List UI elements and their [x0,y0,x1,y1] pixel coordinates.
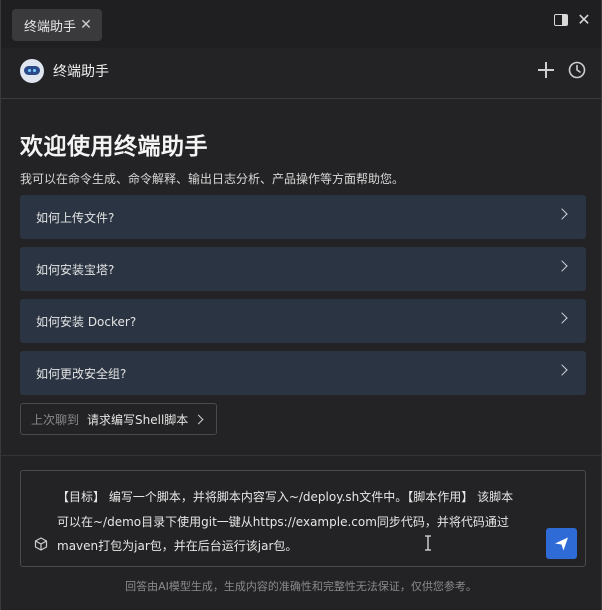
message-input[interactable]: 【目标】 编写一个脚本，并将脚本内容写入~/deploy.sh文件中。【脚本作用… [20,470,586,567]
suggestion-label: 如何上传文件? [36,210,115,225]
sidebar-toggle-icon[interactable] [554,14,568,26]
assistant-window: 终端助手 ✕ ✕ 终端助手 欢迎使用终端助手 我可以在命令生成、命令解释、输出日… [0,0,602,610]
chevron-right-icon [556,364,568,376]
divider [1,455,601,456]
disclaimer-note: 回答由AI模型生成，生成内容的准确性和完整性无法保证，仅供您参考。 [125,580,477,593]
close-icon[interactable]: ✕ [78,17,94,33]
last-chat-button[interactable]: 上次聊到 请求编写Shell脚本 [20,403,217,435]
chevron-right-icon [193,414,204,425]
new-chat-plus-icon[interactable] [537,61,555,79]
page-title: 欢迎使用终端助手 [20,134,208,160]
suggestion-change-security-group[interactable]: 如何更改安全组? [20,351,586,395]
assistant-logo [20,59,44,83]
tab-terminal-assistant[interactable]: 终端助手 ✕ [12,9,102,41]
tab-bar: 终端助手 ✕ ✕ [1,0,601,48]
close-icon[interactable]: ✕ [576,12,592,28]
header-title: 终端助手 [53,64,109,80]
last-chat-topic: 请求编写Shell脚本 [87,412,189,427]
chevron-right-icon [556,260,568,272]
header: 终端助手 [1,48,601,99]
tab-label: 终端助手 [24,19,77,35]
suggestion-label: 如何更改安全组? [36,366,127,381]
suggestion-label: 如何安装宝塔? [36,262,115,277]
message-input-text[interactable]: 【目标】 编写一个脚本，并将脚本内容写入~/deploy.sh文件中。【脚本作用… [57,485,527,559]
suggestion-install-docker[interactable]: 如何安装 Docker? [20,299,586,343]
welcome-description: 我可以在命令生成、命令解释、输出日志分析、产品操作等方面帮助您。 [20,172,405,186]
suggestion-install-baota[interactable]: 如何安装宝塔? [20,247,586,291]
suggestion-upload-file[interactable]: 如何上传文件? [20,195,586,239]
history-clock-icon[interactable] [568,61,586,79]
text-cursor-icon [425,535,431,551]
chevron-right-icon [556,312,568,324]
suggestion-label: 如何安装 Docker? [36,314,137,329]
chevron-right-icon [556,208,568,220]
last-chat-label: 上次聊到 [31,412,80,427]
cube-icon[interactable] [34,537,48,551]
send-button[interactable] [546,528,577,559]
send-icon [555,537,568,551]
